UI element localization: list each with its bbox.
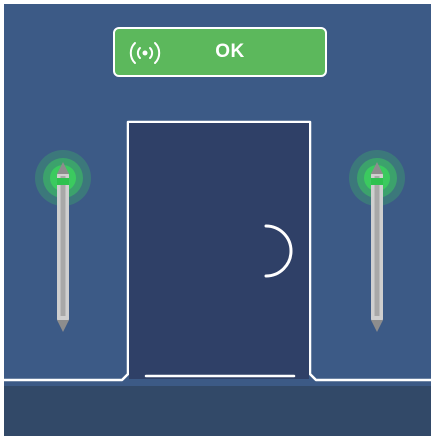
sensor-right-icon[interactable]: [349, 148, 405, 348]
sensor-left-icon[interactable]: [35, 148, 91, 348]
status-banner[interactable]: OK: [113, 27, 327, 77]
door-sensor-screen: OK: [4, 4, 431, 436]
status-label: OK: [215, 41, 245, 62]
